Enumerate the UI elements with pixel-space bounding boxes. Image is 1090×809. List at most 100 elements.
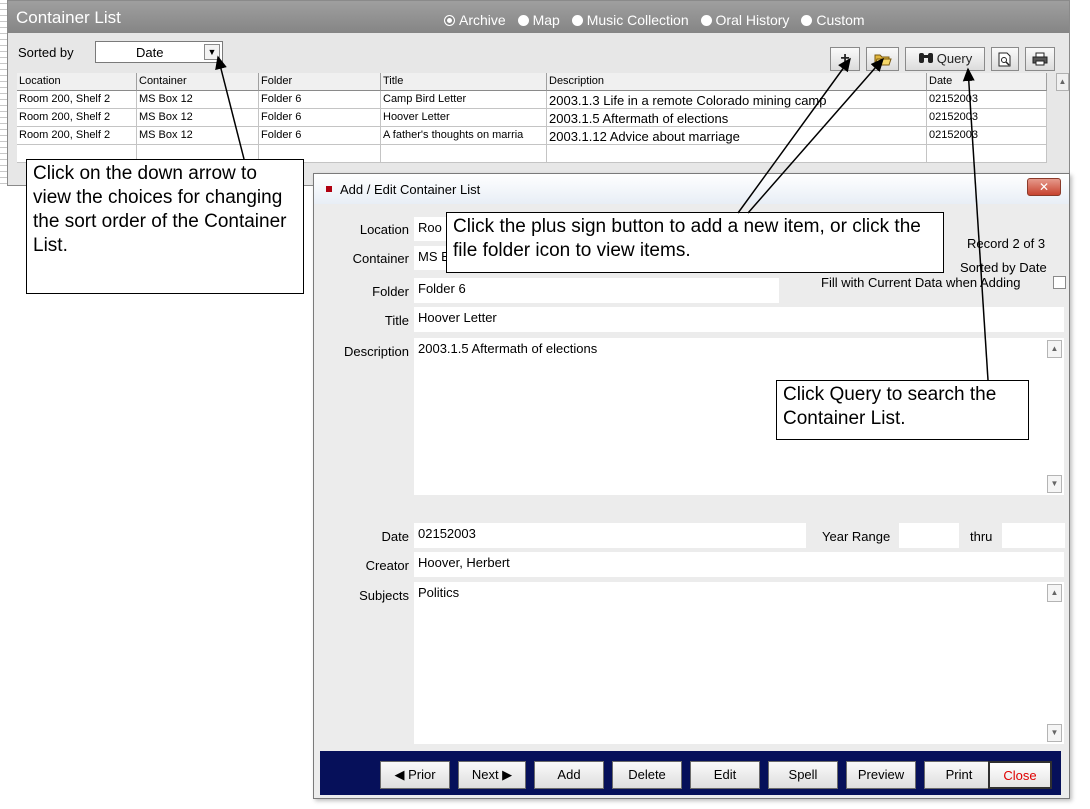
container-list-table: Location Container Folder Title Descript… <box>17 73 1069 163</box>
year-range-start-field[interactable] <box>899 523 959 548</box>
description-scrollbar[interactable]: ▲ ▼ <box>1047 340 1062 493</box>
location-label: Location <box>359 222 409 237</box>
folder-icon <box>873 54 892 66</box>
app-icon <box>326 186 332 192</box>
radio-archive[interactable]: Archive <box>444 12 506 28</box>
sorted-by-label: Sorted by <box>18 45 74 60</box>
year-range-end-field[interactable] <box>1002 523 1065 548</box>
print-button[interactable]: Print <box>924 761 994 789</box>
collection-type-radios: Archive Map Music Collection Oral Histor… <box>444 12 873 28</box>
radio-oral-history[interactable]: Oral History <box>700 12 789 28</box>
dialog-title-bar: Add / Edit Container List ✕ <box>314 174 1069 204</box>
folder-field[interactable]: Folder 6 <box>414 278 779 303</box>
radio-dot-icon <box>517 15 529 26</box>
table-header-row: Location Container Folder Title Descript… <box>17 73 1069 91</box>
fill-current-data-label: Fill with Current Data when Adding <box>821 275 1021 290</box>
year-range-label: Year Range <box>822 529 891 544</box>
cell-location: Room 200, Shelf 2 <box>17 109 137 127</box>
cell-description: 2003.1.3 Life in a remote Colorado minin… <box>547 91 927 109</box>
cell-title: Camp Bird Letter <box>381 91 547 109</box>
radio-dot-icon <box>444 15 455 26</box>
add-item-button[interactable]: + <box>830 47 860 71</box>
prior-button[interactable]: ◀ Prior <box>380 761 450 789</box>
callout-add-view: Click the plus sign button to add a new … <box>446 212 944 273</box>
scroll-up-arrow-icon[interactable]: ▲ <box>1056 73 1069 91</box>
column-header-folder[interactable]: Folder <box>259 73 381 91</box>
creator-field[interactable]: Hoover, Herbert <box>414 552 1064 577</box>
subjects-text: Politics <box>418 585 460 600</box>
query-button[interactable]: Query <box>905 47 985 71</box>
subjects-field[interactable]: Politics ▲ ▼ <box>414 582 1064 744</box>
spell-button[interactable]: Spell <box>768 761 838 789</box>
radio-custom[interactable]: Custom <box>801 12 865 28</box>
cell-container: MS Box 12 <box>137 109 259 127</box>
delete-button[interactable]: Delete <box>612 761 682 789</box>
radio-music-collection[interactable]: Music Collection <box>571 12 689 28</box>
add-button[interactable]: Add <box>534 761 604 789</box>
table-row[interactable]: Room 200, Shelf 2 MS Box 12 Folder 6 Hoo… <box>17 109 1068 127</box>
cell-title: A father's thoughts on marria <box>381 127 547 145</box>
cell-location: Room 200, Shelf 2 <box>17 127 137 145</box>
subjects-scrollbar[interactable]: ▲ ▼ <box>1047 584 1062 742</box>
location-field[interactable]: Roo <box>414 217 446 241</box>
callout-sort-order: Click on the down arrow to view the choi… <box>26 159 304 294</box>
binoculars-icon <box>918 53 933 63</box>
description-label: Description <box>343 344 409 359</box>
radio-dot-icon <box>700 15 712 26</box>
close-icon[interactable]: ✕ <box>1027 178 1061 196</box>
print-button[interactable] <box>1025 47 1055 71</box>
title-field[interactable]: Hoover Letter <box>414 307 1064 332</box>
edit-button[interactable]: Edit <box>690 761 760 789</box>
scroll-up-icon[interactable]: ▲ <box>1047 340 1062 358</box>
callout-query: Click Query to search the Container List… <box>776 380 1029 440</box>
column-header-location[interactable]: Location <box>17 73 137 91</box>
radio-map[interactable]: Map <box>517 12 560 28</box>
cell-container: MS Box 12 <box>137 127 259 145</box>
record-count: Record 2 of 3 <box>967 236 1046 251</box>
scroll-down-icon[interactable]: ▼ <box>1047 475 1062 493</box>
date-label: Date <box>381 529 409 544</box>
cell-location: Room 200, Shelf 2 <box>17 91 137 109</box>
query-label: Query <box>936 51 973 66</box>
close-button[interactable]: Close <box>988 761 1052 789</box>
title-label: Title <box>384 313 409 328</box>
cell-empty <box>381 145 547 163</box>
table-row[interactable]: Room 200, Shelf 2 MS Box 12 Folder 6 Cam… <box>17 91 1068 109</box>
scroll-down-icon[interactable]: ▼ <box>1047 724 1062 742</box>
cell-description: 2003.1.12 Advice about marriage <box>547 127 927 145</box>
open-folder-button[interactable] <box>866 47 899 71</box>
cell-title: Hoover Letter <box>381 109 547 127</box>
cell-empty <box>547 145 927 163</box>
cell-date: 02152003 <box>927 109 1047 127</box>
table-row[interactable]: Room 200, Shelf 2 MS Box 12 Folder 6 A f… <box>17 127 1068 145</box>
cell-description: 2003.1.5 Aftermath of elections <box>547 109 927 127</box>
preview-button[interactable]: Preview <box>846 761 916 789</box>
next-button[interactable]: Next ▶ <box>458 761 526 789</box>
column-header-description[interactable]: Description <box>547 73 927 91</box>
window-title: Container List <box>16 8 121 27</box>
folder-label: Folder <box>372 284 409 299</box>
sort-order-status: Sorted by Date <box>960 260 1047 275</box>
printer-icon <box>1032 52 1048 66</box>
scroll-up-icon[interactable]: ▲ <box>1047 584 1062 602</box>
fill-current-data-checkbox[interactable] <box>1053 276 1066 289</box>
plus-icon: + <box>840 50 850 67</box>
radio-dot-icon <box>571 15 583 26</box>
cell-empty <box>927 145 1047 163</box>
container-field[interactable]: MS E <box>414 246 446 270</box>
cell-folder: Folder 6 <box>259 109 381 127</box>
sort-select[interactable]: Date ▼ <box>95 41 223 63</box>
sort-select-value: Date <box>136 45 164 60</box>
cell-container: MS Box 12 <box>137 91 259 109</box>
chevron-down-icon[interactable]: ▼ <box>204 44 220 60</box>
column-header-date[interactable]: Date <box>927 73 1047 91</box>
column-header-title[interactable]: Title <box>381 73 547 91</box>
subjects-label: Subjects <box>359 588 409 603</box>
cell-folder: Folder 6 <box>259 127 381 145</box>
column-header-container[interactable]: Container <box>137 73 259 91</box>
date-field[interactable]: 02152003 <box>414 523 806 548</box>
print-preview-icon <box>998 52 1011 67</box>
preview-button[interactable] <box>991 47 1019 71</box>
description-text: 2003.1.5 Aftermath of elections <box>418 341 598 356</box>
thru-label: thru <box>970 529 993 544</box>
